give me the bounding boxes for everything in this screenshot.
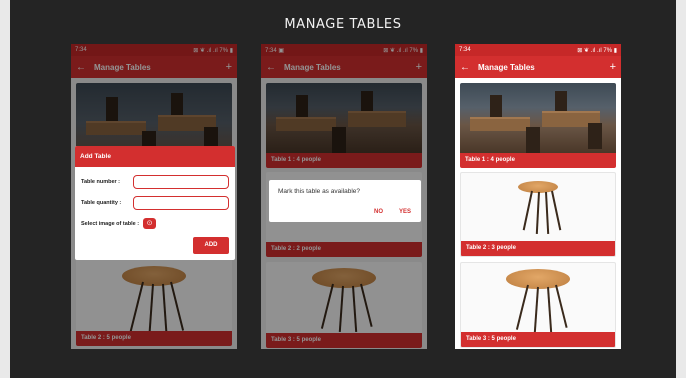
appbar-title: Manage Tables [478, 62, 535, 72]
table-image-row: Select image of table : ⊙ [81, 218, 229, 229]
image-picker-icon[interactable]: ⊙ [143, 218, 157, 229]
slide-title: MANAGE TABLES [284, 17, 402, 32]
table-quantity-label: Table quantity : [81, 200, 122, 206]
status-icons: ⊠ ❦ .ıl .ıl 7% ▮ [577, 47, 617, 54]
table-quantity-field[interactable] [133, 196, 229, 210]
table-image-label: Select image of table : [81, 220, 140, 227]
table-card-label: Table 3 : 5 people [461, 332, 615, 347]
phone-table-list: 7:34 ⊠ ❦ .ıl .ıl 7% ▮ ← Manage Tables + … [455, 44, 621, 349]
arrow-left-icon[interactable]: ← [460, 62, 470, 73]
table-card-label: Table 2 : 3 people [461, 241, 615, 256]
table-number-row: Table number : [81, 175, 229, 189]
no-button[interactable]: NO [374, 209, 383, 215]
table-card[interactable]: Table 3 : 5 people [460, 262, 616, 348]
plus-icon[interactable]: + [610, 61, 616, 73]
dialog-title: Add Table [75, 146, 235, 167]
yes-button[interactable]: YES [399, 209, 411, 215]
table-card[interactable]: Table 1 : 4 people [460, 83, 616, 168]
table-card[interactable]: Table 2 : 3 people [460, 172, 616, 257]
table-quantity-row: Table quantity : [81, 196, 229, 210]
dialog-message: Mark this table as available? [278, 188, 361, 195]
mark-available-dialog: Mark this table as available? NO YES [269, 180, 421, 222]
restaurant-photo [460, 83, 616, 153]
add-button[interactable]: ADD [193, 237, 229, 254]
status-bar: 7:34 ⊠ ❦ .ıl .ıl 7% ▮ [455, 44, 621, 56]
presentation-slide: MANAGE TABLES 7:34 ⊠ ❦ .ıl .ıl 7% ▮ ← Ma… [10, 0, 676, 378]
table-card-label: Table 1 : 4 people [460, 153, 616, 168]
add-table-dialog: Add Table Table number : Table quantity … [75, 146, 235, 260]
phone-add-table: 7:34 ⊠ ❦ .ıl .ıl 7% ▮ ← Manage Tables + [71, 44, 237, 349]
status-time: 7:34 [459, 47, 471, 53]
table-number-label: Table number : [81, 179, 121, 185]
table-number-field[interactable] [133, 175, 229, 189]
phone-mark-available: 7:34 ▣ ⊠ ❦ .ıl .ıl 7% ▮ ← Manage Tables … [261, 44, 427, 349]
app-bar: ← Manage Tables + [455, 56, 621, 78]
table-list: Table 1 : 4 people Table 2 : 3 people Ta… [455, 78, 621, 349]
